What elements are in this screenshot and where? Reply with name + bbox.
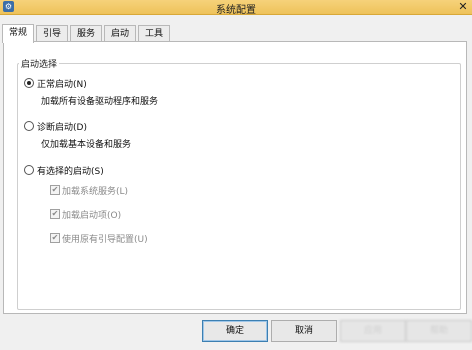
- radio-selected-dot: [27, 81, 31, 85]
- close-button[interactable]: ✕: [456, 0, 470, 14]
- normal-startup-label[interactable]: 正常启动(N): [37, 77, 87, 90]
- normal-startup-radio[interactable]: [24, 78, 34, 88]
- use-original-boot-config-checkbox[interactable]: ✔: [50, 233, 60, 243]
- tab-tools[interactable]: 工具: [138, 25, 171, 42]
- load-startup-items-checkbox[interactable]: ✔: [50, 209, 60, 219]
- diagnostic-startup-label[interactable]: 诊断启动(D): [37, 120, 87, 133]
- general-tab-panel: 启动选择 正常启动(N) 加载所有设备驱动程序和服务 诊断启动(D) 仅加载基本…: [3, 41, 467, 314]
- load-system-services-checkbox[interactable]: ✔: [50, 185, 60, 195]
- ok-button[interactable]: 确定: [202, 320, 268, 342]
- startup-selection-legend: 启动选择: [19, 57, 60, 70]
- apply-button[interactable]: 应用: [340, 320, 406, 342]
- title-bar: ⚙ 系统配置 ✕: [0, 0, 472, 16]
- tab-bar: 常规 引导 服务 启动 工具: [0, 24, 472, 43]
- use-original-boot-config-label: 使用原有引导配置(U): [62, 235, 148, 245]
- tab-boot[interactable]: 引导: [36, 25, 69, 42]
- load-system-services-label: 加载系统服务(L): [62, 187, 129, 197]
- help-button[interactable]: 帮助: [406, 320, 472, 342]
- tab-services[interactable]: 服务: [70, 25, 103, 42]
- diagnostic-startup-desc: 仅加载基本设备和服务: [41, 140, 132, 150]
- selective-startup-label[interactable]: 有选择的启动(S): [37, 164, 104, 177]
- normal-startup-desc: 加载所有设备驱动程序和服务: [41, 97, 159, 107]
- tab-general[interactable]: 常规: [2, 24, 35, 43]
- window-title: 系统配置: [216, 5, 256, 16]
- tab-startup[interactable]: 启动: [104, 25, 137, 42]
- selective-startup-radio[interactable]: [24, 165, 34, 175]
- cancel-button[interactable]: 取消: [271, 320, 337, 342]
- load-startup-items-label: 加载启动项(O): [62, 211, 122, 221]
- diagnostic-startup-radio[interactable]: [24, 121, 34, 131]
